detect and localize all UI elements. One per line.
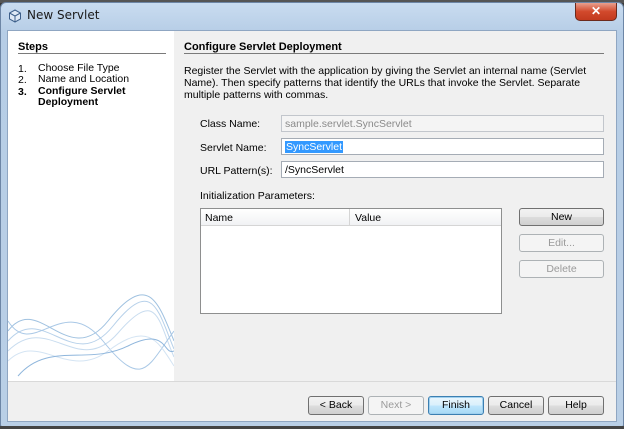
content-panel: Configure Servlet Deployment Register th… <box>174 31 616 381</box>
step-number: 2. <box>18 74 27 86</box>
close-button[interactable]: ✕ <box>575 3 617 21</box>
column-divider[interactable] <box>349 209 350 226</box>
step-label: Name and Location <box>38 73 130 85</box>
button-bar: < Back Next > Finish Cancel Help <box>8 381 616 421</box>
next-button[interactable]: Next > <box>368 396 424 415</box>
new-button[interactable]: New <box>519 208 604 226</box>
edit-button[interactable]: Edit... <box>519 234 604 252</box>
cancel-button[interactable]: Cancel <box>488 396 544 415</box>
steps-title: Steps <box>18 41 48 53</box>
title-bar[interactable]: New Servlet ✕ <box>1 3 623 30</box>
netbeans-icon <box>9 9 21 23</box>
steps-panel: Steps 1. Choose File Type 2. Name and Lo… <box>8 31 174 381</box>
step-number: 3. <box>18 86 27 98</box>
dialog-body: Steps 1. Choose File Type 2. Name and Lo… <box>7 30 617 422</box>
divider <box>184 53 604 54</box>
delete-button[interactable]: Delete <box>519 260 604 278</box>
class-name-label: Class Name: <box>200 118 261 130</box>
url-pattern-field[interactable]: /SyncServlet <box>281 161 604 178</box>
column-header-value[interactable]: Value <box>355 212 381 224</box>
step-label: Configure Servlet Deployment <box>38 85 126 108</box>
init-params-table[interactable]: Name Value <box>200 208 502 314</box>
divider <box>18 53 166 54</box>
init-params-label: Initialization Parameters: <box>200 190 315 202</box>
dialog-window: New Servlet ✕ Steps 1. Choose File Type … <box>0 2 624 427</box>
class-name-field: sample.servlet.SyncServlet <box>281 115 604 132</box>
servlet-name-label: Servlet Name: <box>200 142 267 154</box>
finish-button[interactable]: Finish <box>428 396 484 415</box>
url-pattern-label: URL Pattern(s): <box>200 165 273 177</box>
servlet-name-field[interactable]: SyncServlet <box>281 138 604 155</box>
close-icon: ✕ <box>590 4 602 18</box>
decorative-wave-graphic <box>8 294 174 377</box>
back-button[interactable]: < Back <box>308 396 364 415</box>
page-title: Configure Servlet Deployment <box>184 41 342 53</box>
selected-text: SyncServlet <box>285 141 344 153</box>
description-text: Register the Servlet with the applicatio… <box>184 65 587 101</box>
table-header: Name Value <box>201 209 501 226</box>
help-button[interactable]: Help <box>548 396 604 415</box>
window-title: New Servlet <box>27 8 100 22</box>
column-header-name[interactable]: Name <box>205 212 233 224</box>
